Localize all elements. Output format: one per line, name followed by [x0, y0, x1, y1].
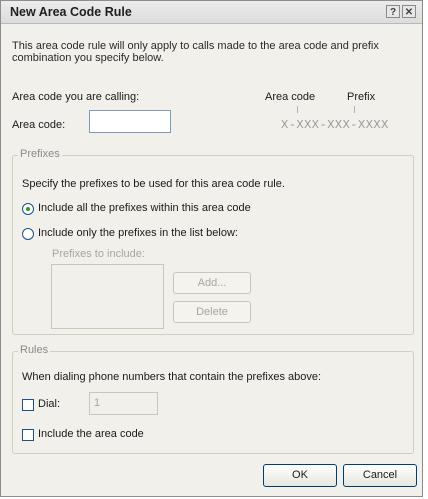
include-all-prefixes-label[interactable]: Include all the prefixes within this are… — [38, 202, 251, 214]
prefixes-to-include-label: Prefixes to include: — [52, 248, 145, 260]
include-area-code-checkbox[interactable] — [22, 429, 34, 441]
rules-group-label: Rules — [18, 344, 51, 356]
dial-checkbox[interactable] — [22, 399, 34, 411]
include-only-listed-prefixes-label[interactable]: Include only the prefixes in the list be… — [38, 227, 238, 239]
ok-button[interactable]: OK — [263, 464, 337, 487]
prefixes-list[interactable] — [51, 264, 164, 329]
delete-prefix-button[interactable]: Delete — [173, 301, 251, 323]
help-icon[interactable]: ? — [386, 5, 400, 18]
cancel-button[interactable]: Cancel — [343, 464, 417, 487]
area-code-label: Area code: — [12, 119, 65, 131]
radio-selected-dot — [26, 207, 30, 211]
prefixes-group-label: Prefixes — [18, 148, 62, 160]
dialog-title: New Area Code Rule — [10, 5, 132, 19]
rules-instruction: When dialing phone numbers that contain … — [22, 371, 322, 383]
area-code-calling-label: Area code you are calling: — [12, 91, 140, 103]
prefix-column-label: Prefix — [347, 91, 376, 103]
description-text: This area code rule will only apply to c… — [12, 40, 379, 64]
prefix-pointer — [354, 106, 355, 113]
area-code-label-text: Area code: — [12, 119, 66, 131]
dial-input[interactable]: 1 — [89, 392, 158, 415]
area-code-pointer — [297, 106, 298, 113]
include-all-prefixes-radio[interactable] — [22, 203, 34, 215]
area-code-input[interactable] — [89, 110, 171, 133]
title-bar: New Area Code Rule ? ✕ — [1, 1, 422, 24]
dial-label[interactable]: Dial: — [38, 398, 60, 410]
include-area-code-label[interactable]: Include the area code — [38, 428, 144, 440]
new-area-code-rule-dialog: New Area Code Rule ? ✕ This area code ru… — [0, 0, 423, 497]
prefixes-instruction: Specify the prefixes to be used for this… — [22, 178, 285, 190]
close-icon[interactable]: ✕ — [402, 5, 416, 18]
dial-input-value: 1 — [94, 397, 101, 409]
number-format-display: X-XXX-XXX-XXXX — [281, 118, 389, 132]
include-only-listed-prefixes-radio[interactable] — [22, 228, 34, 240]
area-code-column-label: Area code — [265, 91, 316, 103]
add-prefix-button[interactable]: Add... — [173, 272, 251, 294]
